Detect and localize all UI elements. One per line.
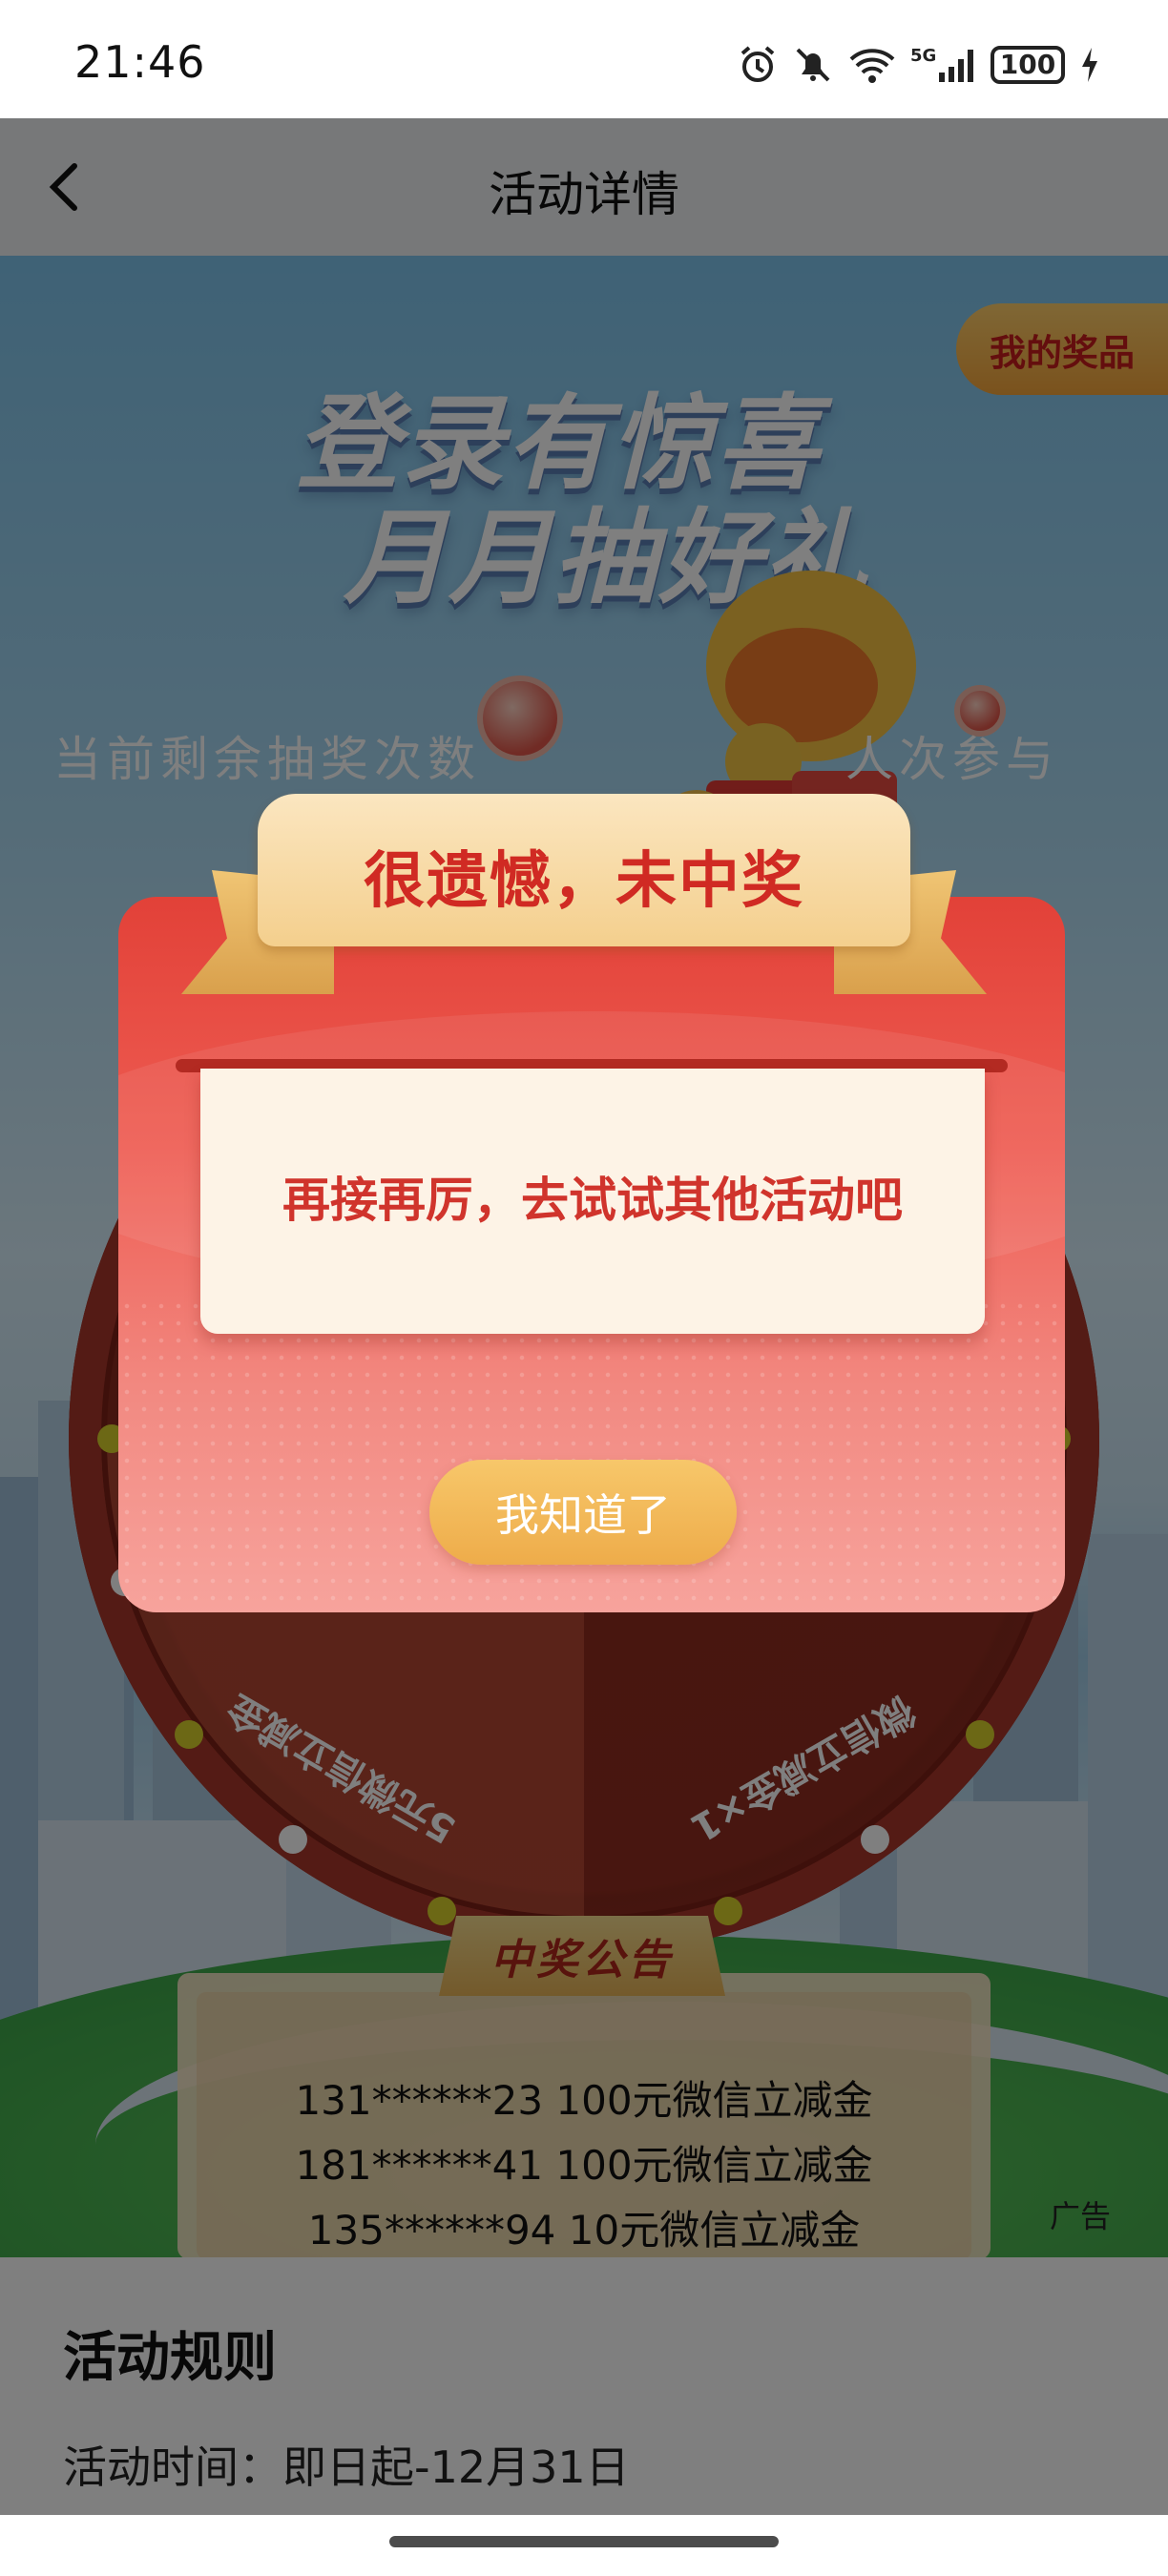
home-indicator[interactable] bbox=[389, 2536, 779, 2547]
status-time: 21:46 bbox=[74, 36, 206, 88]
mute-bell-icon bbox=[792, 44, 834, 86]
battery-indicator: 100 bbox=[991, 46, 1065, 84]
alarm-icon bbox=[737, 44, 779, 86]
modal-title-ribbon: 很遗憾，未中奖 bbox=[181, 794, 987, 1013]
status-bar: 21:46 5G 100 bbox=[0, 0, 1168, 118]
status-icons: 5G 100 bbox=[737, 42, 1101, 88]
signal-5g-icon: 5G bbox=[910, 44, 977, 86]
modal-message: 再接再厉，去试试其他活动吧 bbox=[282, 1173, 903, 1228]
modal-dot-pattern bbox=[118, 1298, 1065, 1612]
modal-message-card: 再接再厉，去试试其他活动吧 bbox=[200, 1069, 985, 1334]
wifi-icon bbox=[847, 44, 897, 86]
svg-text:5G: 5G bbox=[910, 46, 936, 66]
modal-title: 很遗憾，未中奖 bbox=[364, 846, 804, 917]
got-it-button[interactable]: 我知道了 bbox=[429, 1460, 737, 1565]
charging-icon bbox=[1078, 44, 1101, 86]
